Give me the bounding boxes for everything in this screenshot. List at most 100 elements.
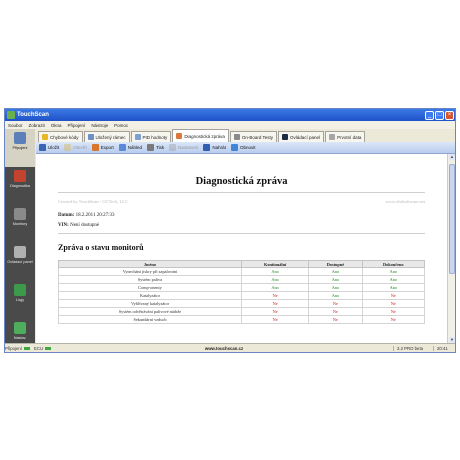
sidebar-item-diagnostics[interactable]: Diagnostika — [5, 167, 35, 205]
table-row: Systém paliva Ano Ano Ano — [58, 275, 426, 284]
button-label: Uložit — [48, 145, 60, 150]
dashboard-icon — [14, 246, 26, 258]
tab-pid-values[interactable]: PID hodnoty — [130, 131, 172, 142]
button-label: Export — [100, 145, 114, 150]
button-label: Obnovit — [239, 145, 256, 150]
tab-diagnostic-report[interactable]: Diagnostická zpráva — [172, 129, 229, 142]
divider — [58, 192, 425, 193]
sidebar-item-label: Logy — [15, 298, 25, 302]
export-button[interactable]: Export — [91, 144, 114, 151]
button-label: Nahrát — [212, 145, 226, 150]
monitor-name-cell: Vyhřívaný katalyzátor — [58, 299, 242, 308]
status-bar: Připojení ECU www.touchscan.cz 3.2 PRO b… — [5, 343, 455, 352]
export-icon — [91, 144, 99, 151]
sidebar-item-monitors[interactable]: Monitory — [5, 205, 35, 243]
settings-icon — [14, 322, 26, 334]
save-button[interactable]: Uložit — [39, 144, 59, 151]
tab-onboard-tests[interactable]: On-Board Testy — [229, 131, 278, 142]
sidebar-item-label: Nastav. — [13, 336, 27, 340]
title-bar: TouchScan _ □ × — [5, 109, 455, 121]
date-label: Datum: — [58, 213, 75, 218]
menu-view[interactable]: Zobrazit — [29, 123, 45, 128]
ecu-status-label: ECU — [33, 345, 44, 351]
monitor-status-cell: Ne — [361, 291, 426, 300]
tab-trouble-codes[interactable]: Chybové kódy — [38, 131, 83, 142]
sidebar-item-label: Ovládací panel — [7, 260, 33, 264]
menu-bar: Soubor Zobrazit Okna Připojení Nástroje … — [5, 121, 455, 129]
ecu-led-icon — [45, 346, 52, 350]
print-icon — [147, 144, 155, 151]
table-row: Katalyzátor Ne Ano Ne — [58, 291, 426, 300]
menu-help[interactable]: Pomoc — [114, 123, 128, 128]
tab-raw-data[interactable]: Prvotní data — [325, 131, 366, 142]
report-icon — [176, 133, 183, 139]
maximize-button[interactable]: □ — [435, 110, 444, 120]
sidebar-item-dashboard[interactable]: Ovládací panel — [5, 243, 35, 281]
monitor-status-cell: Ano — [361, 283, 426, 292]
scroll-up-arrow-icon[interactable]: ▲ — [449, 154, 455, 160]
warning-icon — [42, 134, 48, 140]
tab-bar: Chybové kódy Uložený rámec PID hodnoty D… — [36, 129, 455, 142]
monitor-status-cell: Ne — [308, 307, 363, 316]
menu-windows[interactable]: Okna — [51, 123, 62, 128]
tab-freeze-frame[interactable]: Uložený rámec — [83, 131, 130, 142]
monitor-status-cell: Ano — [361, 275, 426, 284]
monitor-name-cell: Comp-onenty — [58, 283, 242, 292]
monitor-status-cell: Ne — [361, 315, 426, 324]
sidebar-item-label: Monitory — [12, 222, 28, 226]
monitor-status-cell: Ne — [240, 291, 310, 300]
monitor-status-cell: Ne — [361, 299, 426, 308]
upload-icon — [203, 144, 211, 151]
menu-file[interactable]: Soubor — [8, 123, 23, 128]
open-icon — [64, 144, 72, 151]
button-label: Nastavení — [178, 145, 199, 150]
status-url[interactable]: www.touchscan.cz — [55, 346, 393, 351]
tools-icon — [233, 134, 240, 140]
page-setup-button[interactable]: Nastavení — [169, 144, 198, 151]
monitor-status-cell: Ne — [240, 307, 310, 316]
vin-value: Není dostupné — [70, 223, 100, 228]
table-row: Vynechání jiskry při zapalování Ano Ano Ano — [58, 267, 426, 276]
table-row: Sekundární vzduch Ne Ne Ne — [58, 315, 426, 324]
tab-label: PID hodnoty — [142, 134, 168, 140]
open-button[interactable]: Otevřít — [64, 144, 87, 151]
tab-label: On-Board Testy — [241, 134, 274, 140]
tab-control-panel[interactable]: Ovládací panel — [278, 131, 325, 142]
preview-button[interactable]: Náhled — [118, 144, 142, 151]
gauge-icon — [134, 134, 141, 140]
refresh-icon — [230, 144, 238, 151]
tab-label: Uložený rámec — [95, 134, 126, 140]
minimize-button[interactable]: _ — [425, 110, 434, 120]
column-header: Dokončeno — [361, 260, 426, 268]
close-button[interactable]: × — [445, 110, 454, 120]
scrollbar-thumb[interactable] — [449, 164, 455, 274]
sidebar-item-logs[interactable]: Logy — [5, 281, 35, 319]
monitor-status-cell: Ano — [308, 275, 363, 284]
refresh-button[interactable]: Obnovit — [230, 144, 256, 151]
website-link[interactable]: www.obdsoftware.net — [386, 199, 425, 204]
column-header: Dostupné — [308, 260, 363, 268]
car-diagnostics-icon — [14, 170, 26, 182]
monitor-name-cell: Vynechání jiskry při zapalování — [58, 267, 242, 276]
print-button[interactable]: Tisk — [147, 144, 164, 151]
created-by: Created by TouchScan - OCTech, LLC — [58, 199, 129, 204]
table-row: Vyhřívaný katalyzátor Ne Ne Ne — [58, 299, 426, 308]
sidebar-item-label: Připojení — [12, 146, 28, 150]
app-window: TouchScan _ □ × Soubor Zobrazit Okna Při… — [4, 108, 456, 353]
sidebar: Připojení Diagnostika Monitory Ovládací … — [5, 129, 35, 343]
monitor-status-cell: Ano — [308, 267, 363, 276]
vertical-scrollbar[interactable]: ▲ ▼ — [447, 154, 455, 343]
sidebar-item-connection[interactable]: Připojení — [5, 129, 35, 167]
monitor-status-cell: Ano — [308, 283, 363, 292]
upload-button[interactable]: Nahrát — [203, 144, 226, 151]
monitor-status-cell: Ne — [361, 307, 426, 316]
monitor-status-cell: Ano — [308, 291, 363, 300]
menu-tools[interactable]: Nástroje — [91, 123, 108, 128]
report-viewer: Diagnostická zpráva Created by TouchScan… — [36, 154, 455, 343]
menu-connection[interactable]: Připojení — [68, 123, 86, 128]
monitor-status-cell: Ne — [240, 299, 310, 308]
report-title: Diagnostická zpráva — [195, 176, 288, 187]
status-version: 3.2 PRO beta — [393, 345, 433, 351]
plug-icon — [14, 132, 26, 144]
sidebar-item-label: Diagnostika — [10, 184, 30, 188]
